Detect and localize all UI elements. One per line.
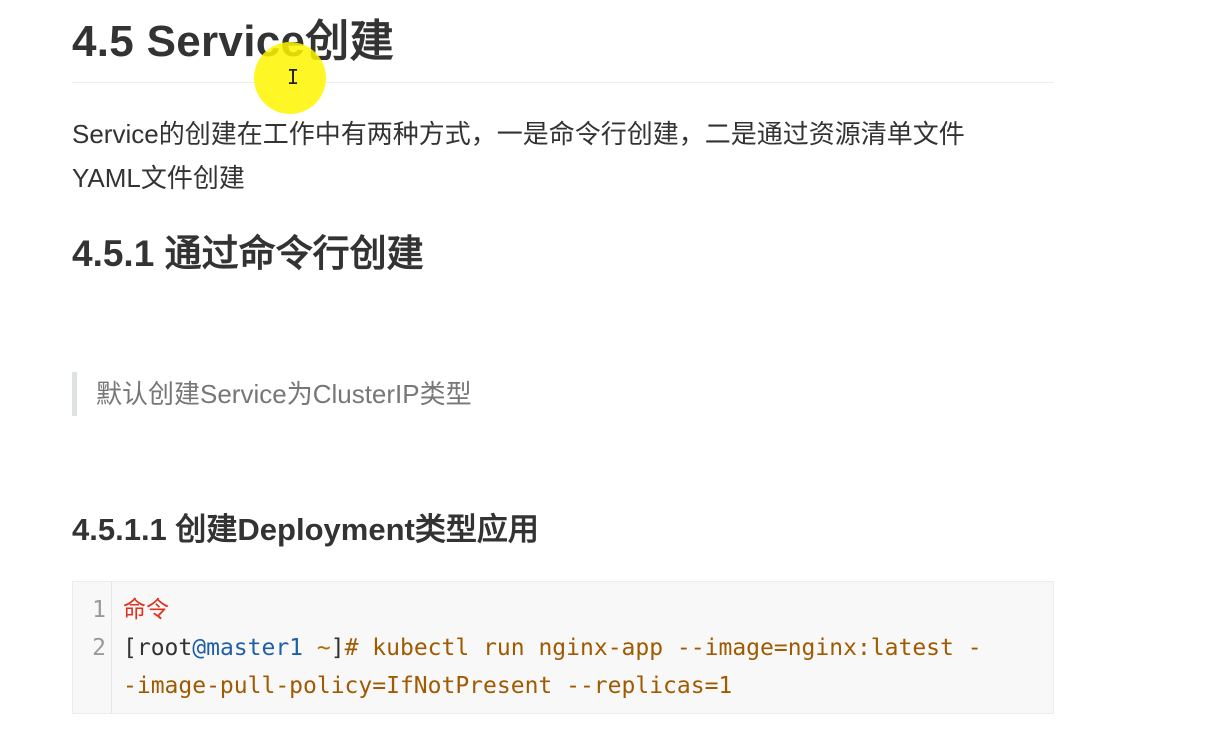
code-line-gutter: 1 2 bbox=[73, 582, 112, 713]
code-comment: 命令 bbox=[123, 597, 169, 623]
section-heading-4-5: 4.5 Service创建 bbox=[72, 17, 394, 66]
code-line-2: [root@master1 ~]# kubectl run nginx-app … bbox=[123, 629, 982, 667]
heading-divider bbox=[72, 82, 1054, 83]
code-line-1: 命令 bbox=[123, 591, 169, 629]
code-block[interactable]: 1 2 命令 [root@master1 ~]# kubectl run ngi… bbox=[72, 581, 1054, 714]
shell-prompt-close: ] bbox=[330, 635, 345, 661]
code-line-2-wrap: -image-pull-policy=IfNotPresent --replic… bbox=[123, 667, 732, 705]
section-heading-4-5-1: 4.5.1 通过命令行创建 bbox=[72, 233, 424, 274]
shell-prompt-tilde: ~ bbox=[303, 635, 331, 661]
intro-paragraph: Service的创建在工作中有两种方式，一是命令行创建，二是通过资源清单文件 Y… bbox=[72, 112, 1012, 200]
line-number-2: 2 bbox=[92, 635, 106, 661]
shell-prompt-host: @master1 bbox=[192, 635, 304, 661]
blockquote-note: 默认创建Service为ClusterIP类型 bbox=[72, 372, 472, 416]
section-heading-4-5-1-1: 4.5.1.1 创建Deployment类型应用 bbox=[72, 512, 539, 547]
intro-paragraph-line-2: YAML文件创建 bbox=[72, 163, 245, 193]
shell-prompt-open: [root bbox=[123, 635, 193, 661]
text-cursor-icon: I bbox=[287, 65, 300, 89]
shell-command-part-2: -image-pull-policy=IfNotPresent --replic… bbox=[123, 673, 733, 699]
intro-paragraph-line-1: Service的创建在工作中有两种方式，一是命令行创建，二是通过资源清单文件 bbox=[72, 119, 965, 149]
shell-command-part-1: # kubectl run nginx-app --image=nginx:la… bbox=[344, 635, 982, 661]
line-number-1: 1 bbox=[92, 597, 106, 623]
